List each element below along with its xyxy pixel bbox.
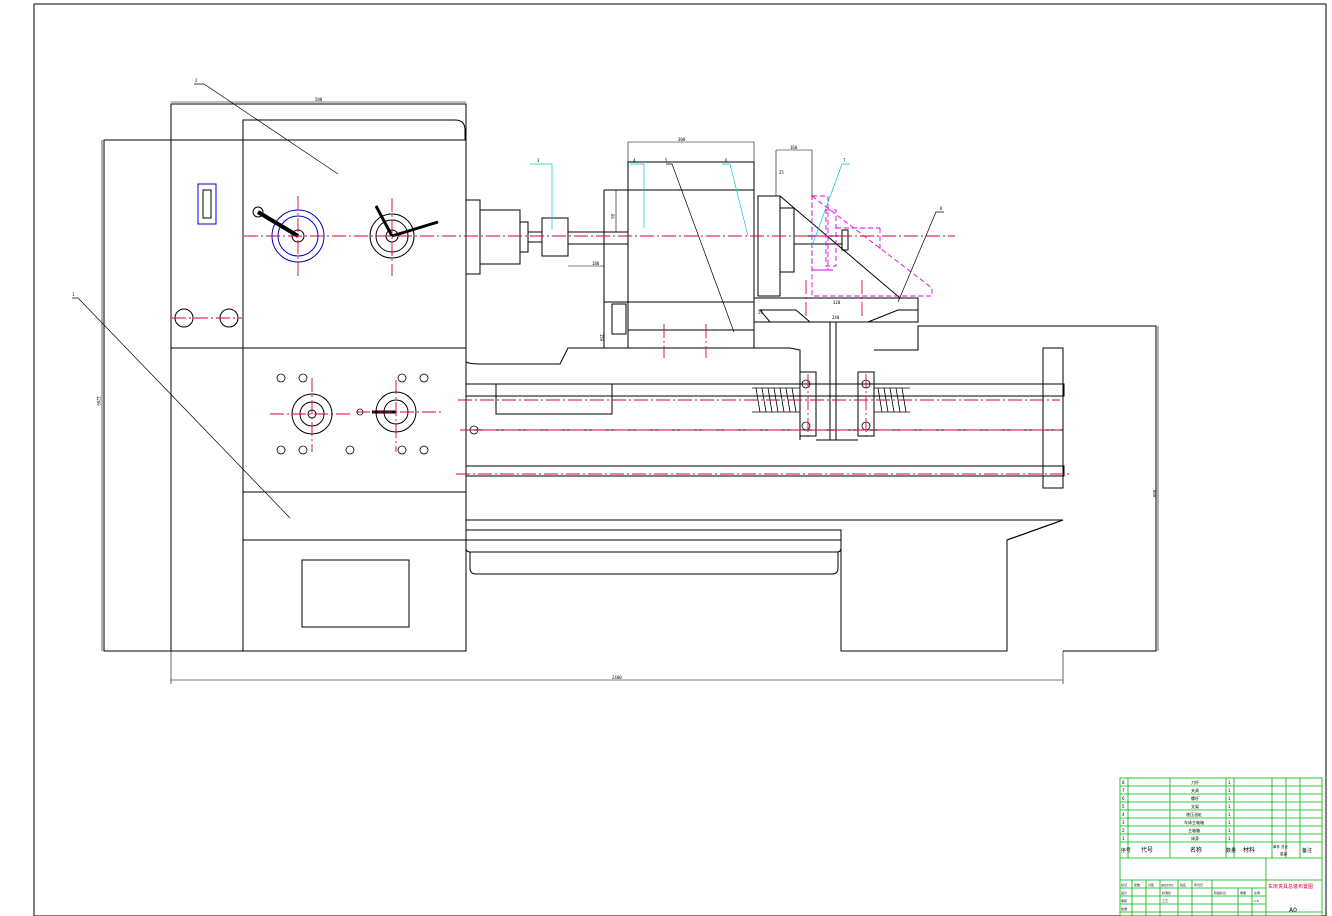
part-no: 3 [1122,820,1125,825]
header-name: 名称 [1190,846,1202,854]
part-qty: 1 [1228,836,1231,841]
part-qty: 1 [1228,796,1231,801]
lathe-body [103,103,1157,652]
dim-bed-height: 800 [1152,490,1157,498]
signoff-zone: 分区 [1148,882,1154,887]
balloon-7: 7 [843,158,846,163]
part-name: 刀杆 [1191,779,1199,785]
part-no: 1 [1122,836,1125,841]
dim-small-e: 240 [832,315,840,320]
signoff-review: 审核 [1121,898,1127,903]
sheet-size: A0 [1289,907,1297,914]
signoff-date: 年月日 [1194,882,1203,887]
dim-fixture-width: 300 [678,137,686,142]
part-no: 2 [1122,828,1125,833]
drawing-title: 车床夹具总装布置图 [1268,883,1313,890]
header-qty: 数量 [1226,847,1236,854]
part-no: 6 [1122,796,1125,801]
centerlines [172,196,1070,475]
leader-lines [72,83,944,519]
part-no: 5 [1122,804,1125,809]
header-seq: 序号 [1121,847,1131,854]
part-name: 主轴箱 [1188,827,1200,833]
balloon-1: 1 [72,292,75,297]
part-qty: 1 [1228,804,1231,809]
dim-overall-height: 1200 [96,396,101,406]
dim-small-d: 320 [833,300,841,305]
part-qty: 1 [1228,780,1231,785]
part-no: 7 [1122,788,1125,793]
header-code: 代号 [1141,846,1153,854]
dim-tool-width: 80 [610,214,615,219]
dimension-texts: 580 2400 1200 800 300 160 188 80 25 320 … [96,97,1157,680]
dim-overall-length: 2400 [612,675,622,680]
part-name: 床身 [1191,835,1199,841]
part-name: 车床主轴箱 [1184,819,1204,825]
title-block-texts: 8 刀杆 1 7 夹具 1 6 螺杆 1 5 支架 1 4 液压油缸 1 3 车… [1121,779,1313,914]
balloon-2: 2 [195,78,198,83]
part-no: 8 [1122,780,1125,785]
balloon-3: 3 [537,158,540,163]
dim-clamp-width: 160 [790,145,798,150]
part-name: 夹具 [1191,787,1199,793]
signoff-process: 工艺 [1162,898,1168,903]
part-no: 4 [1122,812,1125,817]
part-name: 液压油缸 [1186,811,1202,817]
signoff-design: 设计 [1121,890,1127,895]
dim-small-b: 150 [599,334,604,342]
balloon-8: 8 [940,206,943,211]
header-weight: 重量 [1280,851,1288,856]
signoff-count: 处数 [1134,882,1140,887]
dim-shaft-length: 188 [592,261,600,266]
dim-headstock-width: 580 [315,97,323,102]
signoff-mark: 标记 [1121,882,1127,887]
part-qty: 1 [1228,828,1231,833]
signoff-signature: 签名 [1180,882,1186,887]
part-qty: 1 [1228,812,1231,817]
phantom-fixture [811,195,933,297]
part-qty: 1 [1228,788,1231,793]
part-name: 支架 [1191,803,1199,809]
handwheel-group [174,183,439,435]
signoff-standardization: 标准化 [1162,890,1171,895]
signoff-scale: 比例 [1254,890,1260,895]
header-material: 材料 [1243,846,1255,854]
signoff-scale-value: 1:5 [1254,899,1259,903]
dimension-lines [101,101,1159,684]
signoff-approve: 批准 [1121,906,1127,911]
signoff-change-doc: 更改文件号 [1161,883,1174,887]
assembly-drawing: 580 2400 1200 800 300 160 188 80 25 320 … [33,3,1327,916]
header-unit-total: 单件 总计 [1273,844,1289,849]
dim-small-c: 24 [758,310,763,315]
part-qty: 1 [1228,820,1231,825]
signoff-stage-mark: 阶段标记 [1214,890,1226,895]
header-remarks: 备注 [1302,847,1312,854]
signoff-weight: 重量 [1240,890,1246,895]
part-name: 螺杆 [1191,795,1199,801]
dim-small-a: 25 [779,170,784,175]
